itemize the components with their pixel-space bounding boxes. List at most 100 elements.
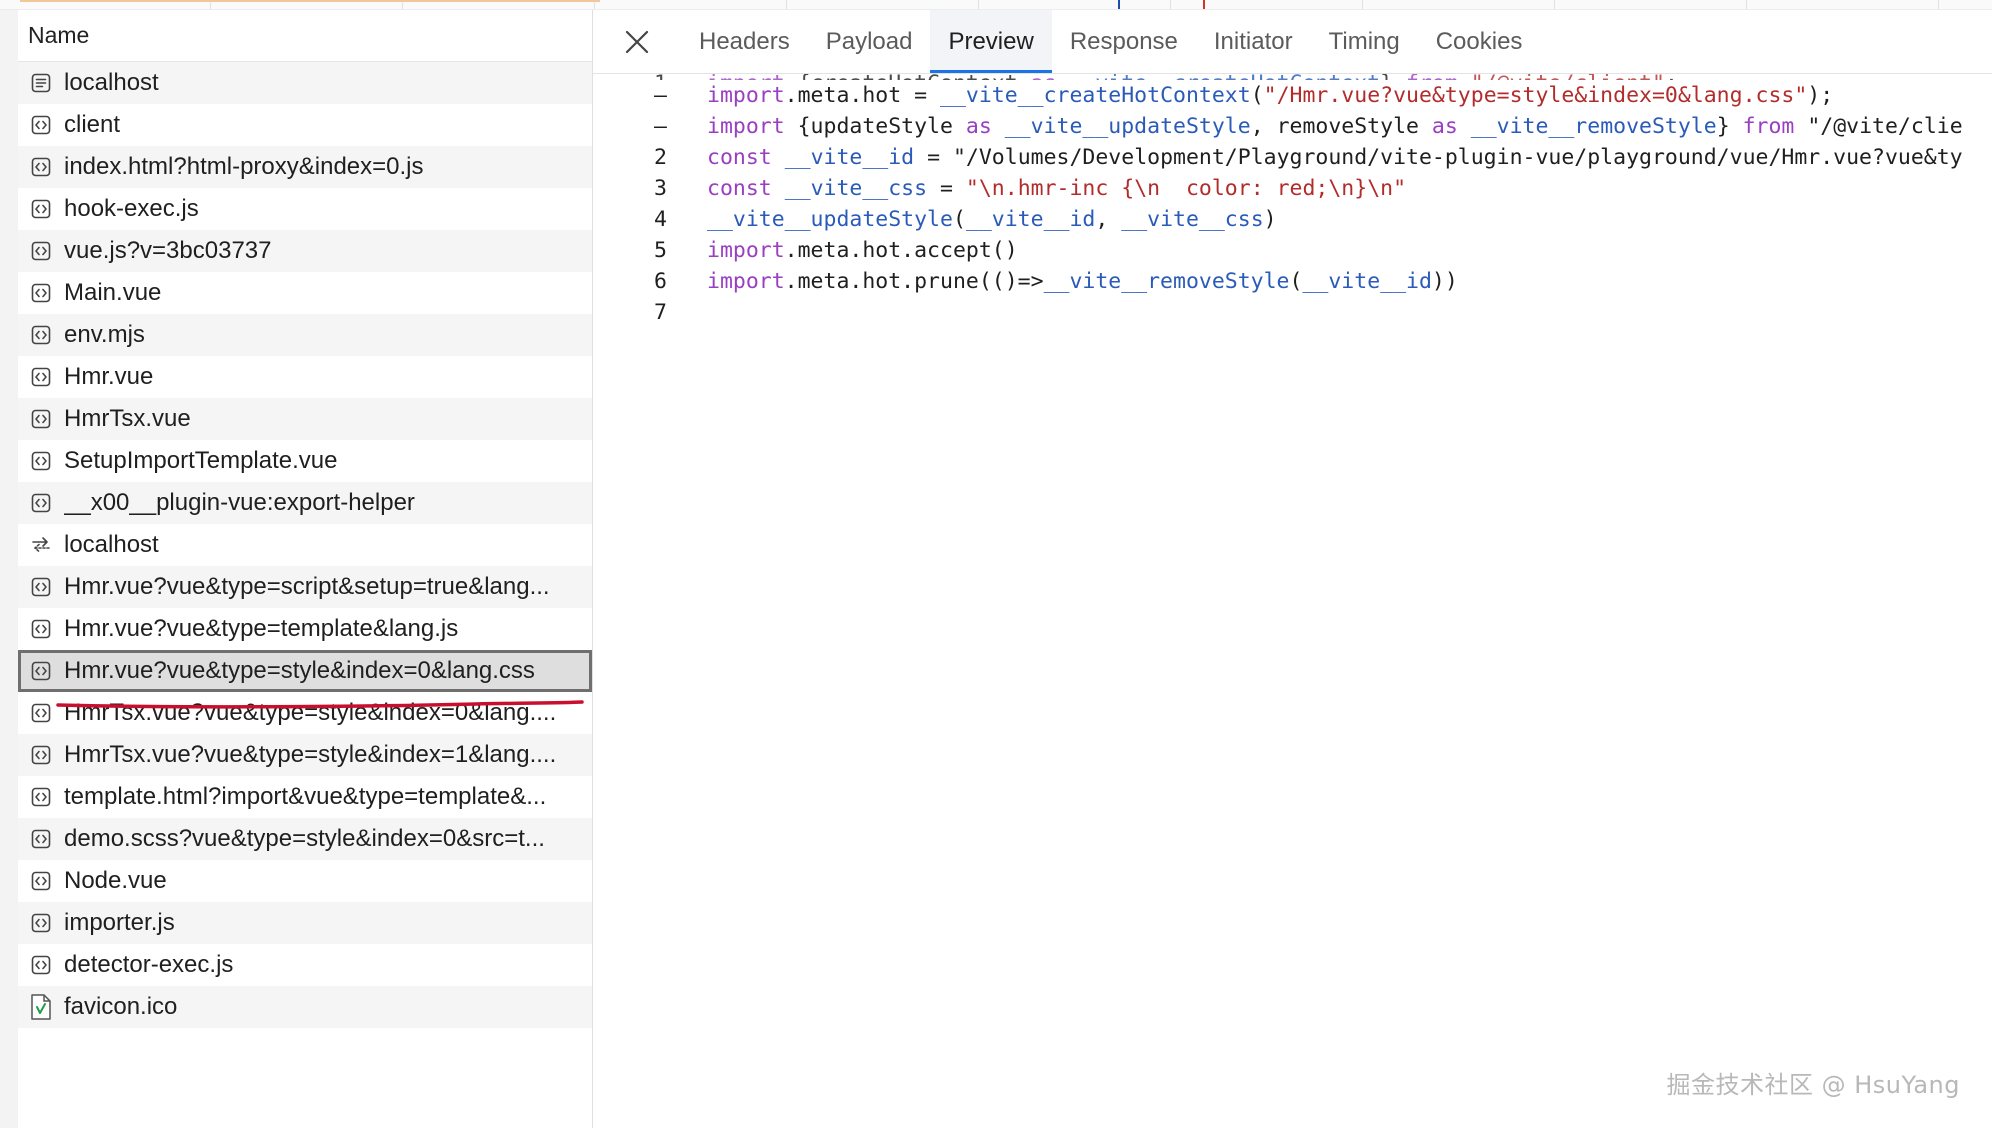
- script-icon: [18, 398, 64, 440]
- request-row[interactable]: Node.vue: [18, 860, 592, 902]
- request-row[interactable]: client: [18, 104, 592, 146]
- script-icon: [18, 440, 64, 482]
- request-row[interactable]: localhost: [18, 524, 592, 566]
- code-line: 3 const __vite__css = "\n.hmr-inc {\n col…: [593, 173, 1992, 204]
- image-file-icon: [18, 986, 64, 1028]
- request-row[interactable]: HmrTsx.vue?vue&type=style&index=0&lang..…: [18, 692, 592, 734]
- request-name: Hmr.vue: [64, 363, 154, 390]
- code-line: 5 import.meta.hot.accept(): [593, 235, 1992, 266]
- request-name: Node.vue: [64, 867, 167, 894]
- request-row[interactable]: Hmr.vue: [18, 356, 592, 398]
- tab-headers[interactable]: Headers: [681, 10, 808, 73]
- script-icon: [18, 860, 64, 902]
- request-name: template.html?import&vue&type=template&.…: [64, 783, 547, 810]
- timeline-overview[interactable]: [0, 0, 1992, 10]
- timeline-gridline: [1170, 0, 1171, 9]
- request-row[interactable]: HmrTsx.vue?vue&type=style&index=1&lang..…: [18, 734, 592, 776]
- code-text: import.meta.hot.accept(): [707, 238, 1018, 263]
- details-pane: Headers Payload Preview Response Initiator Ti…: [593, 10, 1992, 1128]
- script-icon: [18, 482, 64, 524]
- tab-response[interactable]: Response: [1052, 10, 1196, 73]
- request-name: index.html?html-proxy&index=0.js: [64, 153, 424, 180]
- request-name: localhost: [64, 69, 159, 96]
- request-name: __x00__plugin-vue:export-helper: [64, 489, 415, 516]
- script-icon: [18, 356, 64, 398]
- name-column-header[interactable]: Name: [18, 10, 592, 62]
- document-icon: [18, 62, 64, 104]
- line-number: 2: [654, 145, 667, 170]
- request-name: importer.js: [64, 909, 175, 936]
- close-details-button[interactable]: [617, 22, 657, 62]
- timeline-gridline: [1938, 0, 1939, 9]
- request-row[interactable]: SetupImportTemplate.vue: [18, 440, 592, 482]
- request-row[interactable]: env.mjs: [18, 314, 592, 356]
- script-icon: [18, 230, 64, 272]
- script-icon: [18, 902, 64, 944]
- code-text: import.meta.hot.prune(()=>__vite__remove…: [707, 269, 1458, 294]
- request-name: vue.js?v=3bc03737: [64, 237, 272, 264]
- request-row[interactable]: favicon.ico: [18, 986, 592, 1028]
- request-name: detector-exec.js: [64, 951, 234, 978]
- request-row[interactable]: hook-exec.js: [18, 188, 592, 230]
- timeline-gridline: [1746, 0, 1747, 9]
- request-row[interactable]: index.html?html-proxy&index=0.js: [18, 146, 592, 188]
- request-name: SetupImportTemplate.vue: [64, 447, 338, 474]
- timeline-gridline: [978, 0, 979, 9]
- request-row[interactable]: Hmr.vue?vue&type=template&lang.js: [18, 608, 592, 650]
- timeline-gridline: [1362, 0, 1363, 9]
- timeline-load-marker: [1203, 0, 1205, 9]
- tab-cookies[interactable]: Cookies: [1418, 10, 1541, 73]
- request-row[interactable]: demo.scss?vue&type=style&index=0&src=t..…: [18, 818, 592, 860]
- request-name: HmrTsx.vue?vue&type=style&index=0&lang..…: [64, 699, 557, 726]
- request-row[interactable]: importer.js: [18, 902, 592, 944]
- line-number: 6: [654, 269, 667, 294]
- request-row[interactable]: Main.vue: [18, 272, 592, 314]
- script-icon: [18, 566, 64, 608]
- watermark: 掘金技术社区 @ HsuYang: [1666, 1071, 1960, 1099]
- code-text: import.meta.hot = __vite__createHotConte…: [707, 83, 1834, 108]
- tab-initiator[interactable]: Initiator: [1196, 10, 1311, 73]
- request-row[interactable]: HmrTsx.vue: [18, 398, 592, 440]
- tab-timing[interactable]: Timing: [1311, 10, 1418, 73]
- left-gutter: [0, 10, 18, 1128]
- tab-preview[interactable]: Preview: [930, 10, 1053, 73]
- tab-payload[interactable]: Payload: [808, 10, 931, 73]
- script-icon: [18, 692, 64, 734]
- request-row-selected[interactable]: Hmr.vue?vue&type=style&index=0&lang.css: [18, 650, 592, 692]
- code-line: 6 import.meta.hot.prune(()=>__vite__remov…: [593, 266, 1992, 297]
- request-name: Hmr.vue?vue&type=template&lang.js: [64, 615, 459, 642]
- line-number: 3: [654, 176, 667, 201]
- request-row[interactable]: vue.js?v=3bc03737: [18, 230, 592, 272]
- request-row[interactable]: template.html?import&vue&type=template&.…: [18, 776, 592, 818]
- script-icon: [18, 314, 64, 356]
- line-number: –: [654, 83, 667, 108]
- script-icon: [18, 650, 64, 692]
- code-text: const __vite__css = "\n.hmr-inc {\n colo…: [707, 176, 1407, 201]
- line-number: 5: [654, 238, 667, 263]
- request-list: Name localhost client index.html?html-prox…: [18, 10, 593, 1128]
- request-row[interactable]: Hmr.vue?vue&type=script&setup=true&lang.…: [18, 566, 592, 608]
- request-name: Hmr.vue?vue&type=script&setup=true&lang.…: [64, 573, 550, 600]
- timeline-dom-content-loaded-marker: [1118, 0, 1120, 9]
- line-number: –: [654, 114, 667, 139]
- request-row[interactable]: __x00__plugin-vue:export-helper: [18, 482, 592, 524]
- script-icon: [18, 146, 64, 188]
- script-icon: [18, 188, 64, 230]
- code-line: 4 __vite__updateStyle(__vite__id, __vite_…: [593, 204, 1992, 235]
- request-row[interactable]: localhost: [18, 62, 592, 104]
- request-name: HmrTsx.vue?vue&type=style&index=1&lang..…: [64, 741, 557, 768]
- script-icon: [18, 608, 64, 650]
- request-name: Hmr.vue?vue&type=style&index=0&lang.css: [64, 657, 535, 684]
- request-row[interactable]: detector-exec.js: [18, 944, 592, 986]
- code-line: – import {updateStyle as __vite__updateSt…: [593, 111, 1992, 142]
- code-line: 7: [593, 297, 1992, 328]
- request-name: env.mjs: [64, 321, 145, 348]
- code-text: __vite__updateStyle(__vite__id, __vite__…: [707, 207, 1277, 232]
- close-icon: [625, 30, 649, 53]
- script-icon: [18, 776, 64, 818]
- code-line: – import.meta.hot = __vite__createHotCont…: [593, 80, 1992, 111]
- preview-code-view[interactable]: 1import {createHotContext as __vite__cre…: [593, 58, 1992, 328]
- details-tab-bar: Headers Payload Preview Response Initiator Ti…: [593, 10, 1992, 74]
- request-name: favicon.ico: [64, 993, 178, 1020]
- line-number: 7: [654, 300, 667, 325]
